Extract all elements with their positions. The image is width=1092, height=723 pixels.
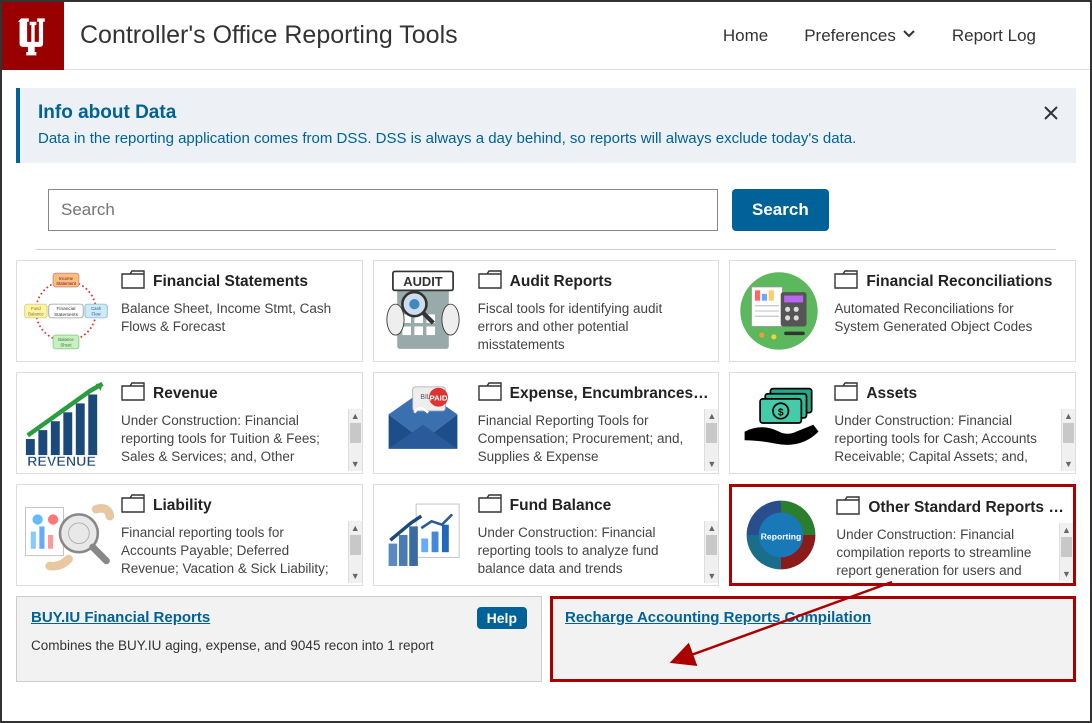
audit-icon: AUDIT xyxy=(374,261,472,361)
card-desc: Under Construction: Financial reporting … xyxy=(478,524,713,579)
card-desc: Automated Reconciliations for System Gen… xyxy=(834,300,1069,336)
card-other-standard-reports[interactable]: Reporting Other Standard Reports a... Un… xyxy=(729,484,1076,586)
help-button[interactable]: Help xyxy=(477,607,527,629)
card-desc: Balance Sheet, Income Stmt, Cash Flows &… xyxy=(121,300,356,336)
scrollbar[interactable]: ▲▼ xyxy=(348,409,362,471)
card-desc: Under Construction: Financial reporting … xyxy=(121,412,356,468)
scrollbar[interactable]: ▲▼ xyxy=(348,521,362,583)
card-expense-encumbrances[interactable]: BILL: PAID Expense, Encumbrances & ... F… xyxy=(373,372,720,474)
folder-icon xyxy=(836,495,860,520)
folder-icon xyxy=(834,269,858,294)
card-title: Assets xyxy=(866,385,917,403)
iu-trident-icon xyxy=(16,15,50,57)
search-input[interactable] xyxy=(48,189,718,231)
svg-text:Fund: Fund xyxy=(31,306,41,311)
card-fund-balance[interactable]: Fund Balance Under Construction: Financi… xyxy=(373,484,720,586)
folder-icon xyxy=(834,381,858,406)
card-desc: Under Construction: Financial compilatio… xyxy=(836,526,1067,582)
liability-icon xyxy=(17,485,115,585)
search-row: Search xyxy=(48,189,1090,249)
card-title: Audit Reports xyxy=(510,273,612,291)
card-title: Financial Statements xyxy=(153,273,308,291)
banner-text: Data in the reporting application comes … xyxy=(38,130,1058,147)
folder-icon xyxy=(478,269,502,294)
card-title: Fund Balance xyxy=(510,497,612,515)
card-audit-reports[interactable]: AUDIT Audit Reports Fiscal tools for ide… xyxy=(373,260,720,362)
nav-home[interactable]: Home xyxy=(723,26,768,46)
fund-balance-icon xyxy=(374,485,472,585)
nav-preferences[interactable]: Preferences xyxy=(804,26,916,46)
card-grid: Income Statement Fund Balance Financial … xyxy=(2,250,1090,586)
folder-icon xyxy=(121,493,145,518)
svg-text:$: $ xyxy=(778,407,784,418)
scrollbar[interactable]: ▲▼ xyxy=(1059,523,1073,581)
folder-icon xyxy=(478,493,502,518)
search-button[interactable]: Search xyxy=(732,189,829,231)
chevron-down-icon xyxy=(902,26,916,46)
financial-statements-icon: Income Statement Fund Balance Financial … xyxy=(17,261,115,361)
card-assets[interactable]: $ Assets Under Construction: Financial r… xyxy=(729,372,1076,474)
card-desc: Under Construction: Financial reporting … xyxy=(834,412,1069,468)
folder-icon xyxy=(121,269,145,294)
scrollbar[interactable]: ▲▼ xyxy=(1061,409,1075,471)
card-title: Revenue xyxy=(153,385,218,403)
revenue-icon: REVENUE xyxy=(17,373,115,473)
reconciliation-icon xyxy=(730,261,828,361)
card-title: Liability xyxy=(153,497,212,515)
assets-icon: $ xyxy=(730,373,828,473)
svg-text:Statements: Statements xyxy=(54,312,79,318)
scrollbar[interactable]: ▲▼ xyxy=(704,409,718,471)
svg-text:Statement: Statement xyxy=(56,281,76,286)
reporting-icon: Reporting xyxy=(732,487,830,583)
card-financial-reconciliations[interactable]: Financial Reconciliations Automated Reco… xyxy=(729,260,1076,362)
close-icon[interactable] xyxy=(1042,102,1060,128)
svg-text:Income: Income xyxy=(59,276,74,281)
svg-text:Balance: Balance xyxy=(58,337,74,342)
svg-text:Flow: Flow xyxy=(92,311,102,316)
svg-text:Reporting: Reporting xyxy=(761,531,802,541)
svg-text:Cash: Cash xyxy=(91,306,102,311)
app-title: Controller's Office Reporting Tools xyxy=(64,21,723,50)
svg-text:PAID: PAID xyxy=(429,394,447,403)
card-revenue[interactable]: REVENUE Revenue Under Construction: Fina… xyxy=(16,372,363,474)
sub-desc: Combines the BUY.IU aging, expense, and … xyxy=(31,637,527,655)
card-desc: Financial reporting tools for Accounts P… xyxy=(121,524,356,580)
card-desc: Financial Reporting Tools for Compensati… xyxy=(478,412,713,467)
sub-card-buy-iu[interactable]: BUY.IU Financial Reports Help Combines t… xyxy=(16,596,542,682)
bottom-row: BUY.IU Financial Reports Help Combines t… xyxy=(2,586,1090,692)
info-banner: Info about Data Data in the reporting ap… xyxy=(16,88,1076,163)
card-title: Expense, Encumbrances & ... xyxy=(510,385,713,403)
sub-title[interactable]: BUY.IU Financial Reports xyxy=(31,609,210,626)
svg-text:Financial: Financial xyxy=(57,306,76,312)
folder-icon xyxy=(478,381,502,406)
sub-title[interactable]: Recharge Accounting Reports Compilation xyxy=(565,609,871,626)
svg-text:Balance: Balance xyxy=(28,311,44,316)
banner-title: Info about Data xyxy=(38,102,1058,124)
card-desc: Fiscal tools for identifying audit error… xyxy=(478,300,713,355)
svg-text:REVENUE: REVENUE xyxy=(27,454,96,468)
iu-logo[interactable] xyxy=(2,2,64,70)
svg-text:AUDIT: AUDIT xyxy=(403,274,443,289)
card-title: Financial Reconciliations xyxy=(866,273,1052,291)
card-title: Other Standard Reports a... xyxy=(868,499,1067,517)
top-nav: Home Preferences Report Log xyxy=(723,26,1090,46)
folder-icon xyxy=(121,381,145,406)
nav-report-log[interactable]: Report Log xyxy=(952,26,1036,46)
header: Controller's Office Reporting Tools Home… xyxy=(2,2,1090,70)
nav-preferences-label: Preferences xyxy=(804,26,896,46)
expense-icon: BILL: PAID xyxy=(374,373,472,473)
scrollbar[interactable]: ▲▼ xyxy=(704,521,718,583)
sub-card-recharge-accounting[interactable]: Recharge Accounting Reports Compilation xyxy=(550,596,1076,682)
card-financial-statements[interactable]: Income Statement Fund Balance Financial … xyxy=(16,260,363,362)
svg-text:Sheet: Sheet xyxy=(60,342,72,347)
card-liability[interactable]: Liability Financial reporting tools for … xyxy=(16,484,363,586)
